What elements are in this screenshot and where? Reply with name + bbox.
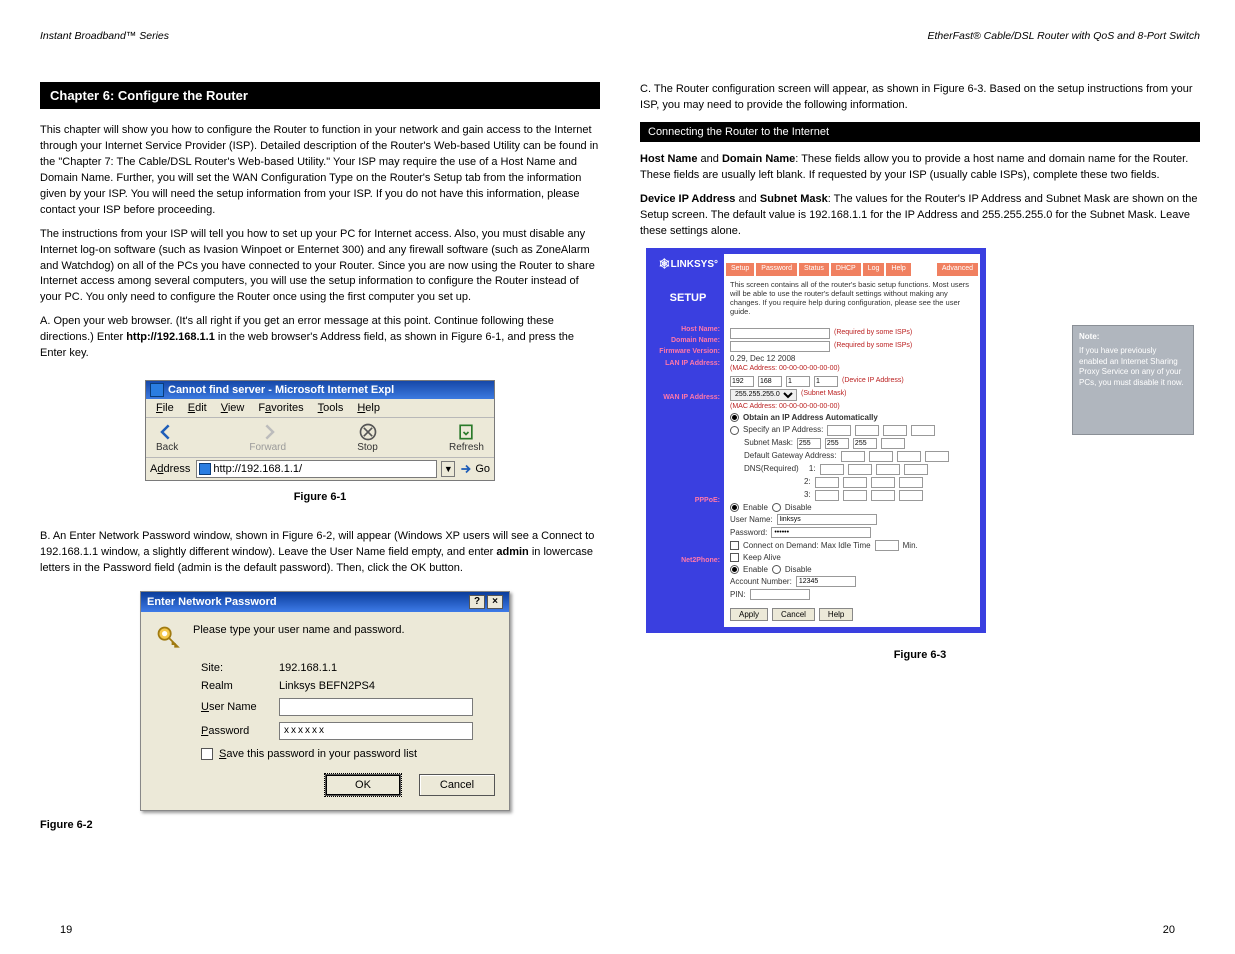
setup-description: This screen contains all of the router's… [724,276,980,322]
figure-6-3-setup: 🕸 LINKSYS° Setup Password Status DHCP Lo… [646,248,986,634]
close-icon[interactable]: × [487,595,503,609]
page-icon [199,463,211,475]
page-number-left: 19 [60,924,72,936]
pppoe-username[interactable] [777,514,877,525]
step-b: B. An Enter Network Password window, sho… [40,529,600,577]
menu-tools[interactable]: Tools [312,401,350,415]
site-label: Site: [155,662,279,674]
chapter-title: Chapter 6: Configure the Router [40,82,600,109]
pin-input[interactable] [750,589,810,600]
username-input[interactable] [279,698,473,716]
keep-alive-check[interactable] [730,553,739,562]
save-password-label: Save this password in your password list [219,748,417,760]
ie-menu-bar: File Edit View Favorites Tools Help [146,399,494,418]
intro-paragraph: This chapter will show you how to config… [40,123,600,219]
instructions-paragraph: The instructions from your ISP will tell… [40,227,600,307]
address-input[interactable]: http://192.168.1.1/ [196,460,437,478]
figure-6-1-browser: Cannot find server - Microsoft Internet … [145,380,495,481]
net2phone-enable[interactable] [730,565,739,574]
address-label: Address [150,463,192,475]
help-icon[interactable]: ? [469,595,485,609]
key-icon [155,624,183,652]
ie-title-bar: Cannot find server - Microsoft Internet … [146,381,494,399]
firmware-version: 0.29, Dec 12 2008 [730,354,974,364]
figure-6-2-caption: Figure 6-2 [40,819,600,831]
acct-number[interactable] [796,576,856,587]
tab-dhcp[interactable]: DHCP [831,263,861,276]
step-c: C. The Router configuration screen will … [640,82,1200,114]
device-ip-paragraph: Device IP Address and Subnet Mask: The v… [640,192,1200,240]
lan-ip-2[interactable] [758,376,782,387]
realm-label: Realm [155,680,279,692]
cancel-setup-button[interactable]: Cancel [772,608,815,621]
password-label: Password [155,725,279,737]
username-label: User Name [155,701,279,713]
side-note: Note: If you have previously enabled an … [1072,325,1194,435]
host-domain-paragraph: Host Name and Domain Name: These fields … [640,152,1200,184]
forward-button: Forward [249,422,286,453]
pppoe-disable[interactable] [772,503,781,512]
host-name-input[interactable] [730,328,830,339]
go-button[interactable]: Go [459,462,490,476]
tab-setup[interactable]: Setup [726,263,754,276]
pppoe-password[interactable] [771,527,871,538]
cancel-button[interactable]: Cancel [419,774,495,796]
tab-log[interactable]: Log [863,263,885,276]
wan-auto-radio[interactable] [730,413,739,422]
setup-tabs: Setup Password Status DHCP Log Help Adva… [724,254,980,276]
running-header-left: Instant Broadband™ Series [40,30,600,42]
wan-specify-radio[interactable] [730,426,739,435]
save-password-checkbox[interactable] [201,748,213,760]
apply-button[interactable]: Apply [730,608,768,621]
ok-button[interactable]: OK [325,774,401,796]
pppoe-enable[interactable] [730,503,739,512]
tab-advanced[interactable]: Advanced [937,263,978,276]
pwd-intro-text: Please type your user name and password. [193,624,405,636]
page-number-right: 20 [1163,924,1175,936]
subnet-mask-select[interactable]: 255.255.255.0 [730,389,797,401]
back-button[interactable]: Back [156,422,178,453]
refresh-button[interactable]: Refresh [449,422,484,453]
figure-6-2-password-dialog: Enter Network Password ? × Please type y… [140,591,510,811]
figure-6-1-caption: Figure 6-1 [40,491,600,503]
menu-help[interactable]: Help [351,401,386,415]
ie-app-icon [150,383,164,397]
setup-sidebar: Host Name: Domain Name: Firmware Version… [652,322,724,628]
wan-mac: (MAC Address: 00-00-00-00-00-00) [730,403,974,411]
password-input[interactable]: xxxxxx [279,722,473,740]
running-header-right: EtherFast® Cable/DSL Router with QoS and… [640,30,1200,42]
tab-help[interactable]: Help [886,263,910,276]
lan-ip-3[interactable] [786,376,810,387]
lan-ip-1[interactable] [730,376,754,387]
net2phone-disable[interactable] [772,565,781,574]
tab-password[interactable]: Password [756,263,797,276]
domain-name-input[interactable] [730,341,830,352]
menu-view[interactable]: View [215,401,251,415]
lan-mac: (MAC Address: 00-00-00-00-00-00) [730,365,974,373]
site-value: 192.168.1.1 [279,662,337,674]
help-button[interactable]: Help [819,608,853,621]
stop-button[interactable]: Stop [357,422,378,453]
menu-edit[interactable]: Edit [182,401,213,415]
setup-page-label: SETUP [652,276,724,322]
address-dropdown[interactable]: ▼ [441,461,455,477]
menu-file[interactable]: File [150,401,180,415]
menu-favorites[interactable]: Favorites [252,401,309,415]
linksys-logo: 🕸 LINKSYS° [652,254,724,276]
lan-ip-4[interactable] [814,376,838,387]
pwd-title-bar: Enter Network Password ? × [141,592,509,612]
section-heading: Connecting the Router to the Internet [640,122,1200,142]
realm-value: Linksys BEFN2PS4 [279,680,375,692]
figure-6-3-caption: Figure 6-3 [640,649,1200,661]
step-a: A. Open your web browser. (It's all righ… [40,314,600,362]
connect-demand-check[interactable] [730,541,739,550]
tab-status[interactable]: Status [799,263,829,276]
